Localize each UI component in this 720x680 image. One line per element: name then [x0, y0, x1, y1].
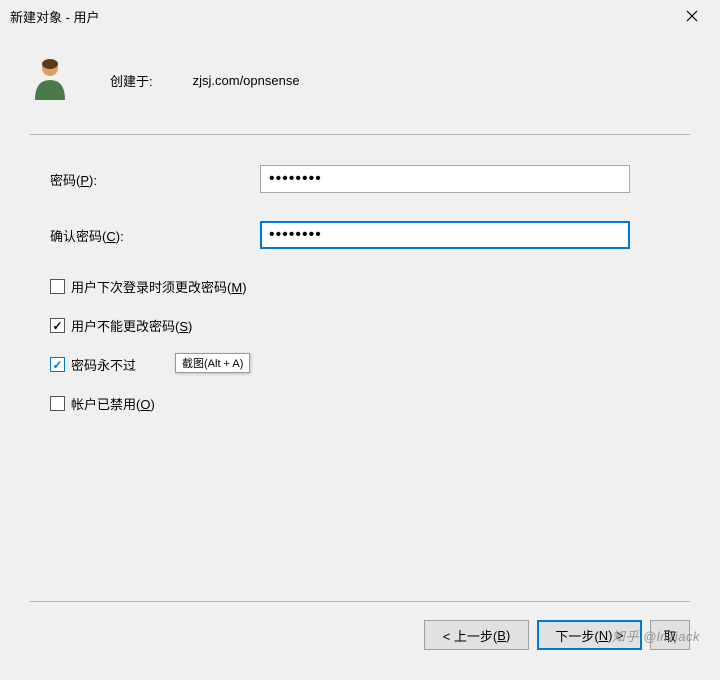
never-expires-row[interactable]: 密码永不过 截图(Alt + A) [50, 355, 690, 374]
titlebar: 新建对象 - 用户 [0, 0, 720, 32]
screenshot-tooltip: 截图(Alt + A) [175, 353, 250, 373]
window-title: 新建对象 - 用户 [10, 7, 674, 26]
user-icon [30, 56, 70, 104]
confirm-password-label: 确认密码(C): [50, 226, 260, 245]
button-bar: < 上一步(B) 下一步(N) > 取 [30, 601, 690, 650]
dialog-body: 创建于: zjsj.com/opnsense 密码(P): 确认密码(C): [0, 32, 720, 413]
dialog-window: 新建对象 - 用户 创建于: zjsj.com/opnsense [0, 0, 720, 680]
header-row: 创建于: zjsj.com/opnsense [30, 56, 690, 135]
create-in-label: 创建于: [110, 71, 153, 90]
account-disabled-row[interactable]: 帐户已禁用(O) [50, 394, 690, 413]
must-change-password-row[interactable]: 用户下次登录时须更改密码(M) [50, 277, 690, 296]
form: 密码(P): 确认密码(C): [30, 165, 690, 249]
cannot-change-password-row[interactable]: 用户不能更改密码(S) [50, 316, 690, 335]
cannot-change-label: 用户不能更改密码(S) [71, 316, 192, 335]
password-label: 密码(P): [50, 170, 260, 189]
close-icon [686, 10, 698, 22]
must-change-checkbox[interactable] [50, 279, 65, 294]
account-disabled-checkbox[interactable] [50, 396, 65, 411]
cannot-change-checkbox[interactable] [50, 318, 65, 333]
confirm-password-input[interactable] [260, 221, 630, 249]
confirm-password-row: 确认密码(C): [50, 221, 690, 249]
close-button[interactable] [674, 2, 710, 30]
must-change-label: 用户下次登录时须更改密码(M) [71, 277, 247, 296]
cancel-button[interactable]: 取 [650, 620, 690, 650]
checkbox-group: 用户下次登录时须更改密码(M) 用户不能更改密码(S) 密码永不过 截图(Alt… [30, 277, 690, 413]
account-disabled-label: 帐户已禁用(O) [71, 394, 155, 413]
never-expires-label: 密码永不过 [71, 355, 136, 374]
never-expires-checkbox[interactable] [50, 357, 65, 372]
next-button[interactable]: 下一步(N) > [537, 620, 642, 650]
password-input[interactable] [260, 165, 630, 193]
create-path: zjsj.com/opnsense [193, 73, 300, 88]
password-row: 密码(P): [50, 165, 690, 193]
back-button[interactable]: < 上一步(B) [424, 620, 529, 650]
